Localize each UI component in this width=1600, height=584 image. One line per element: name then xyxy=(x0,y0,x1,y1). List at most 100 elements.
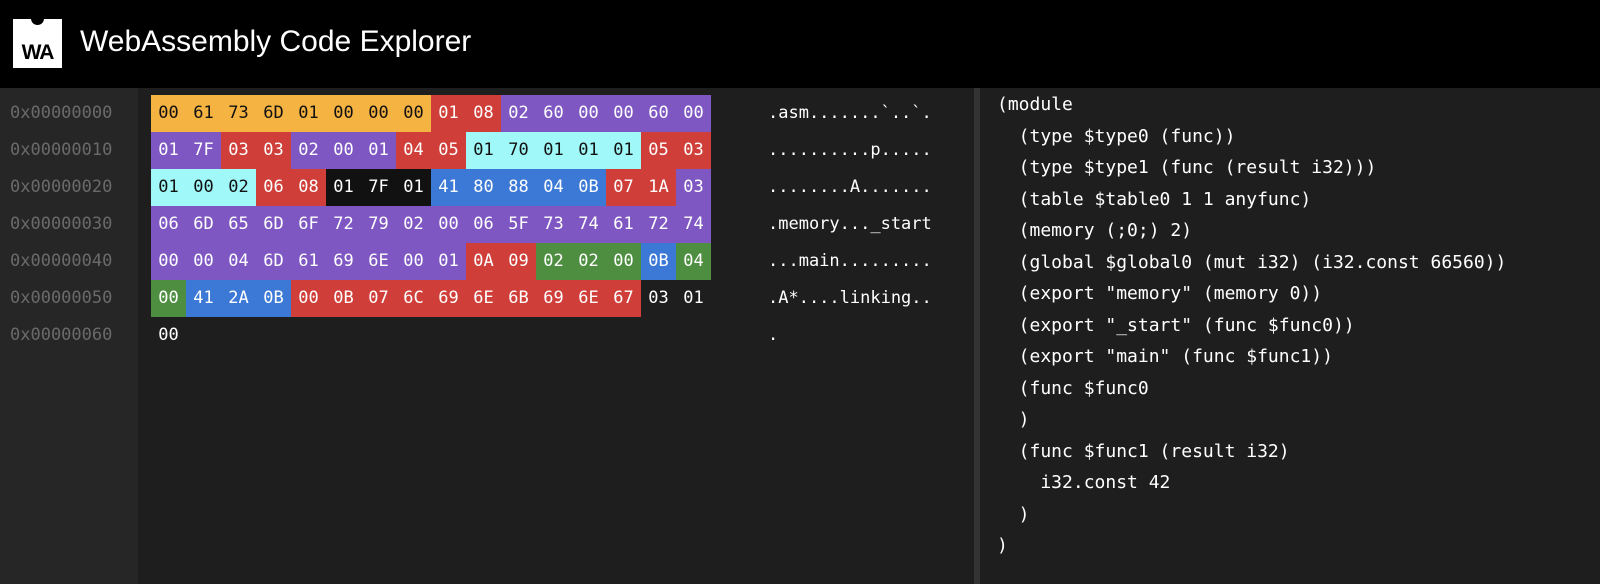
hex-byte[interactable]: 7F xyxy=(186,132,221,169)
hex-byte[interactable]: 01 xyxy=(536,132,571,169)
hex-byte[interactable]: 00 xyxy=(431,206,466,243)
hex-byte[interactable]: 03 xyxy=(221,132,256,169)
hex-byte[interactable]: 7F xyxy=(361,169,396,206)
hex-byte[interactable]: 00 xyxy=(186,243,221,280)
hex-byte[interactable]: 02 xyxy=(501,95,536,132)
hex-byte[interactable]: 00 xyxy=(151,317,186,354)
hex-byte[interactable]: 00 xyxy=(676,95,711,132)
hex-byte[interactable]: 01 xyxy=(151,169,186,206)
hex-byte[interactable]: 00 xyxy=(151,95,186,132)
hex-byte[interactable]: 0B xyxy=(256,280,291,317)
hex-byte[interactable]: 01 xyxy=(326,169,361,206)
hex-byte[interactable]: 6D xyxy=(256,243,291,280)
hex-byte[interactable]: 07 xyxy=(361,280,396,317)
hex-byte[interactable]: 02 xyxy=(221,169,256,206)
hex-byte[interactable]: 41 xyxy=(186,280,221,317)
hex-byte[interactable]: 06 xyxy=(466,206,501,243)
hex-byte[interactable]: 01 xyxy=(676,280,711,317)
hex-byte[interactable]: 5F xyxy=(501,206,536,243)
hex-byte[interactable]: 00 xyxy=(186,169,221,206)
hex-byte[interactable]: 73 xyxy=(221,95,256,132)
hex-byte[interactable]: 01 xyxy=(291,95,326,132)
hex-byte[interactable]: 03 xyxy=(676,132,711,169)
hex-byte[interactable]: 67 xyxy=(606,280,641,317)
hex-byte[interactable]: 00 xyxy=(571,95,606,132)
hex-byte[interactable]: 72 xyxy=(641,206,676,243)
hex-byte[interactable]: 60 xyxy=(536,95,571,132)
hex-byte[interactable]: 04 xyxy=(676,243,711,280)
hex-byte[interactable]: 09 xyxy=(501,243,536,280)
hex-byte[interactable]: 80 xyxy=(466,169,501,206)
hex-byte[interactable]: 08 xyxy=(466,95,501,132)
hex-byte[interactable]: 61 xyxy=(186,95,221,132)
hex-byte[interactable]: 6E xyxy=(571,280,606,317)
hex-byte[interactable]: 72 xyxy=(326,206,361,243)
webassembly-logo[interactable]: WA xyxy=(13,19,62,68)
hex-byte[interactable]: 61 xyxy=(606,206,641,243)
hex-byte[interactable]: 06 xyxy=(151,206,186,243)
hex-byte[interactable]: 00 xyxy=(396,95,431,132)
hex-byte[interactable]: 0B xyxy=(641,243,676,280)
hex-byte[interactable]: 69 xyxy=(431,280,466,317)
hex-byte[interactable]: 00 xyxy=(396,243,431,280)
hex-byte[interactable]: 2A xyxy=(221,280,256,317)
hex-byte[interactable]: 01 xyxy=(151,132,186,169)
hex-byte[interactable]: 07 xyxy=(606,169,641,206)
hex-byte[interactable]: 05 xyxy=(641,132,676,169)
hex-byte[interactable]: 74 xyxy=(571,206,606,243)
hex-byte[interactable]: 01 xyxy=(431,95,466,132)
hex-byte[interactable]: 65 xyxy=(221,206,256,243)
hex-byte[interactable]: 6D xyxy=(256,95,291,132)
hex-byte[interactable]: 00 xyxy=(326,95,361,132)
hex-byte[interactable]: 41 xyxy=(431,169,466,206)
hex-byte[interactable]: 0B xyxy=(571,169,606,206)
hex-byte[interactable]: 02 xyxy=(571,243,606,280)
hex-byte[interactable]: 6B xyxy=(501,280,536,317)
hex-row: 0x00000040 00 00 04 6D 61 69 6E 00 01 0A 09 02 02 00 0B… xyxy=(0,243,974,280)
hex-byte[interactable]: 00 xyxy=(151,280,186,317)
hex-byte[interactable]: 01 xyxy=(361,132,396,169)
hex-byte[interactable]: 73 xyxy=(536,206,571,243)
hex-byte[interactable]: 01 xyxy=(396,169,431,206)
hex-byte[interactable]: 00 xyxy=(151,243,186,280)
hex-byte[interactable]: 00 xyxy=(361,95,396,132)
hex-byte[interactable]: 6C xyxy=(396,280,431,317)
hex-byte[interactable]: 69 xyxy=(326,243,361,280)
hex-byte[interactable]: 02 xyxy=(291,132,326,169)
ascii-column: .memory..._start xyxy=(768,214,932,234)
hex-byte[interactable]: 03 xyxy=(641,280,676,317)
hex-byte[interactable]: 79 xyxy=(361,206,396,243)
hex-byte[interactable]: 03 xyxy=(676,169,711,206)
hex-byte[interactable]: 06 xyxy=(256,169,291,206)
hex-byte[interactable]: 6F xyxy=(291,206,326,243)
hex-byte[interactable]: 69 xyxy=(536,280,571,317)
hex-byte[interactable]: 01 xyxy=(431,243,466,280)
hex-byte[interactable]: 01 xyxy=(571,132,606,169)
hex-byte[interactable]: 00 xyxy=(291,280,326,317)
hex-byte[interactable]: 00 xyxy=(606,243,641,280)
hex-byte[interactable]: 01 xyxy=(466,132,501,169)
hex-byte[interactable]: 0A xyxy=(466,243,501,280)
hex-byte[interactable]: 1A xyxy=(641,169,676,206)
hex-byte[interactable]: 6D xyxy=(186,206,221,243)
hex-byte[interactable]: 0B xyxy=(326,280,361,317)
hex-byte[interactable]: 6D xyxy=(256,206,291,243)
hex-byte[interactable]: 04 xyxy=(396,132,431,169)
hex-byte[interactable]: 02 xyxy=(536,243,571,280)
hex-byte[interactable]: 04 xyxy=(221,243,256,280)
hex-byte[interactable]: 04 xyxy=(536,169,571,206)
hex-byte[interactable]: 6E xyxy=(361,243,396,280)
hex-byte[interactable]: 00 xyxy=(326,132,361,169)
hex-byte[interactable]: 00 xyxy=(606,95,641,132)
hex-byte[interactable]: 88 xyxy=(501,169,536,206)
hex-byte[interactable]: 03 xyxy=(256,132,291,169)
hex-byte[interactable]: 08 xyxy=(291,169,326,206)
hex-byte[interactable]: 02 xyxy=(396,206,431,243)
hex-byte[interactable]: 01 xyxy=(606,132,641,169)
hex-byte[interactable]: 70 xyxy=(501,132,536,169)
hex-byte[interactable]: 74 xyxy=(676,206,711,243)
hex-byte[interactable]: 60 xyxy=(641,95,676,132)
hex-byte[interactable]: 61 xyxy=(291,243,326,280)
hex-byte[interactable]: 05 xyxy=(431,132,466,169)
hex-byte[interactable]: 6E xyxy=(466,280,501,317)
